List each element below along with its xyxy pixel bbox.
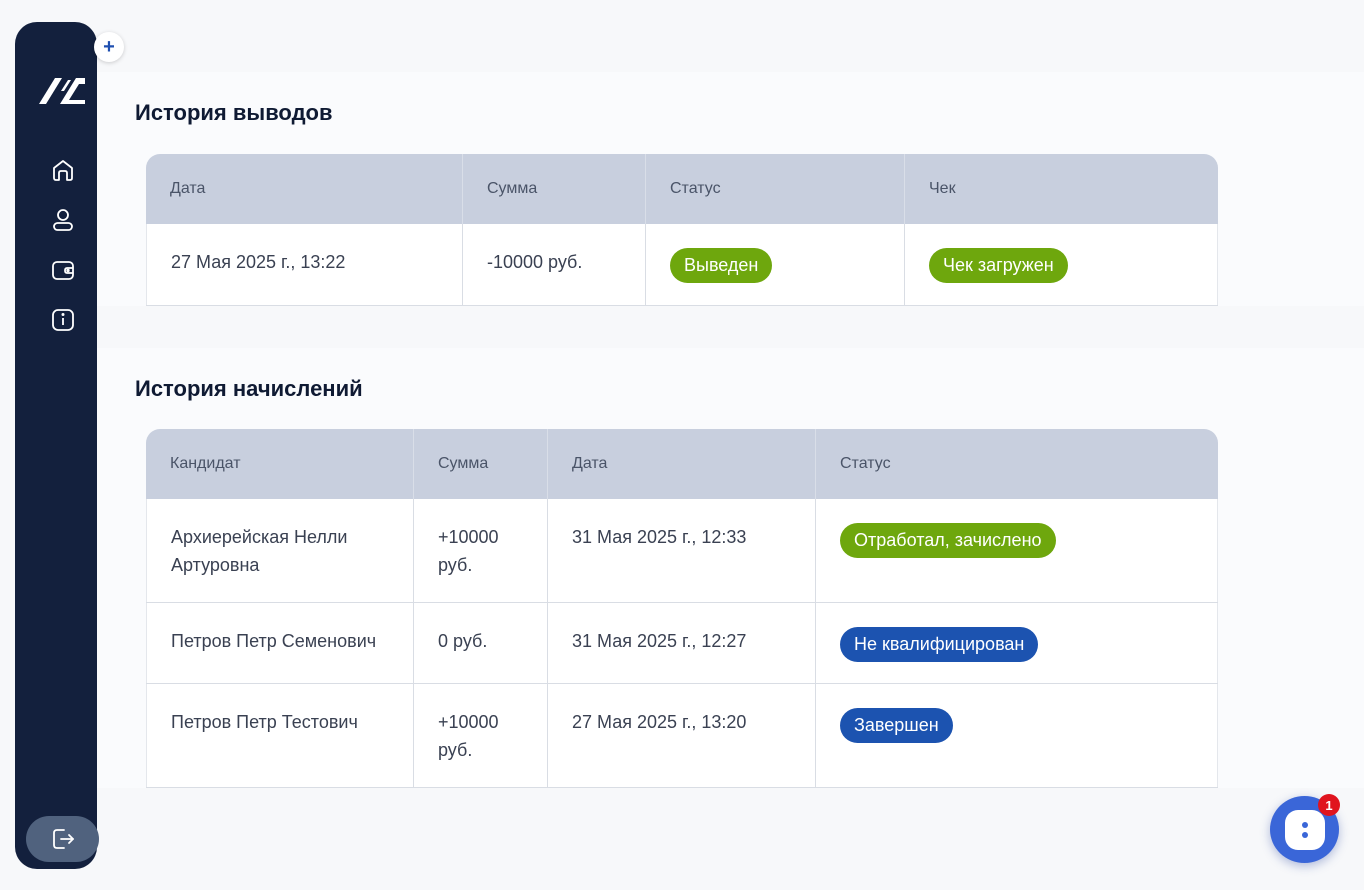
logo (39, 78, 85, 104)
table-header: Кандидат Сумма Дата Статус (146, 429, 1218, 499)
amount-cell: +10000 руб. (414, 499, 548, 602)
status-badge: Отработал, зачислено (840, 523, 1056, 558)
candidate-cell: Петров Петр Семенович (146, 603, 414, 683)
chat-icon (1284, 809, 1325, 850)
receipt-badge[interactable]: Чек загружен (929, 248, 1068, 283)
logout-icon (52, 829, 74, 849)
status-badge: Выведен (670, 248, 773, 283)
status-badge: Завершен (840, 708, 953, 743)
column-header: Статус (646, 154, 905, 224)
date-cell: 31 Мая 2025 г., 12:27 (548, 603, 816, 683)
table-row: Петров Петр Семенович 0 руб. 31 Мая 2025… (146, 603, 1218, 684)
table-row: 27 Мая 2025 г., 13:22 -10000 руб. Выведе… (146, 224, 1218, 306)
status-cell: Отработал, зачислено (816, 499, 1218, 602)
column-header: Сумма (414, 429, 548, 499)
nav-info[interactable] (44, 301, 82, 339)
status-cell: Завершен (816, 684, 1218, 787)
column-header: Дата (146, 154, 463, 224)
column-header: Чек (929, 180, 956, 197)
notification-badge: 1 (1318, 794, 1340, 816)
table-row: Петров Петр Тестович +10000 руб. 27 Мая … (146, 684, 1218, 788)
candidate-cell: Петров Петр Тестович (146, 684, 414, 787)
withdrawals-table: Дата Сумма Статус Чек 27 Мая 2025 г., 13… (146, 154, 1218, 306)
accruals-title: История начислений (135, 376, 363, 401)
status-cell: Не квалифицирован (816, 603, 1218, 683)
amount-cell: 0 руб. (414, 603, 548, 683)
expand-sidebar-button[interactable]: + (94, 32, 124, 62)
user-icon (53, 209, 73, 231)
table-header: Дата Сумма Статус Чек (146, 154, 1218, 224)
date-cell: 27 Мая 2025 г., 13:20 (548, 684, 816, 787)
receipt-cell: Чек загружен (905, 224, 1218, 305)
info-icon (52, 309, 74, 331)
nav-profile[interactable] (44, 201, 82, 239)
home-icon (53, 160, 73, 181)
status-badge: Не квалифицирован (840, 627, 1039, 662)
sidebar (15, 22, 99, 869)
column-header: Статус (840, 455, 891, 472)
accruals-table: Кандидат Сумма Дата Статус Архиерейская … (146, 429, 1218, 788)
plus-icon: + (103, 36, 115, 58)
nav-home[interactable] (44, 151, 82, 189)
amount-cell: +10000 руб. (414, 684, 548, 787)
column-header: Сумма (463, 154, 646, 224)
column-header: Кандидат (146, 429, 414, 499)
nav-wallet[interactable] (44, 251, 82, 289)
amount-cell: -10000 руб. (463, 224, 646, 305)
date-cell: 31 Мая 2025 г., 12:33 (548, 499, 816, 602)
status-cell: Выведен (646, 224, 905, 305)
date-cell: 27 Мая 2025 г., 13:22 (146, 224, 463, 305)
candidate-cell: Архиерейская Нелли Артуровна (146, 499, 414, 602)
withdrawals-title: История выводов (135, 100, 333, 125)
column-header: Дата (548, 429, 816, 499)
table-row: Архиерейская Нелли Артуровна +10000 руб.… (146, 499, 1218, 603)
logout-button[interactable] (26, 816, 99, 862)
wallet-icon (52, 261, 74, 280)
